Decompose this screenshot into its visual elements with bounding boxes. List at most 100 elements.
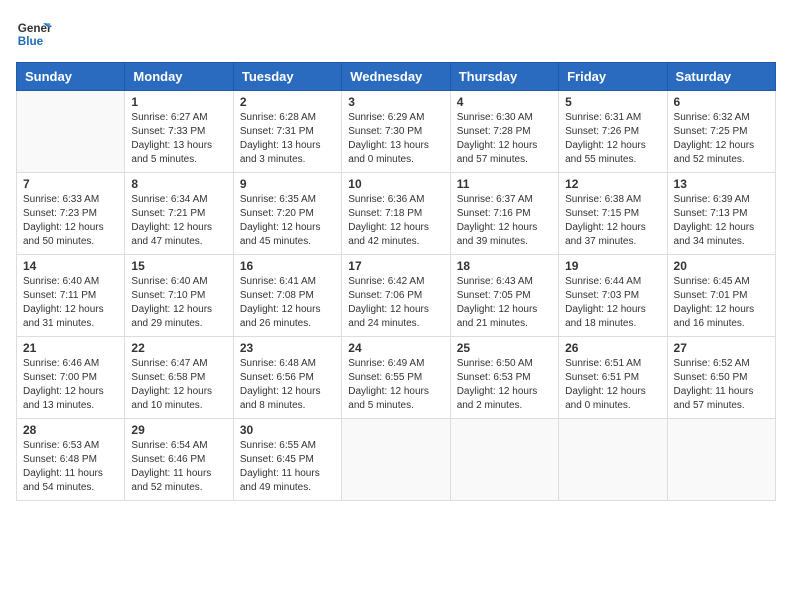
calendar-cell xyxy=(450,419,558,501)
day-info: Sunrise: 6:40 AM Sunset: 7:11 PM Dayligh… xyxy=(23,275,118,331)
calendar-cell: 7 Sunrise: 6:33 AM Sunset: 7:23 PM Daylig… xyxy=(17,173,125,255)
day-number: 7 xyxy=(23,177,118,191)
weekday-header-tuesday: Tuesday xyxy=(233,63,341,91)
day-number: 30 xyxy=(240,423,335,437)
day-info: Sunrise: 6:36 AM Sunset: 7:18 PM Dayligh… xyxy=(348,193,443,249)
day-number: 18 xyxy=(457,259,552,273)
day-info: Sunrise: 6:29 AM Sunset: 7:30 PM Dayligh… xyxy=(348,111,443,167)
day-number: 3 xyxy=(348,95,443,109)
calendar-cell: 27Sunrise: 6:52 AM Sunset: 6:50 PM Dayli… xyxy=(667,337,775,419)
day-info: Sunrise: 6:55 AM Sunset: 6:45 PM Dayligh… xyxy=(240,439,335,495)
day-number: 26 xyxy=(565,341,660,355)
day-info: Sunrise: 6:30 AM Sunset: 7:28 PM Dayligh… xyxy=(457,111,552,167)
day-number: 1 xyxy=(131,95,226,109)
day-info: Sunrise: 6:42 AM Sunset: 7:06 PM Dayligh… xyxy=(348,275,443,331)
calendar-cell xyxy=(342,419,450,501)
day-info: Sunrise: 6:47 AM Sunset: 6:58 PM Dayligh… xyxy=(131,357,226,413)
calendar-cell: 5 Sunrise: 6:31 AM Sunset: 7:26 PM Daylig… xyxy=(559,91,667,173)
day-number: 17 xyxy=(348,259,443,273)
calendar-cell: 15 Sunrise: 6:40 AM Sunset: 7:10 PM Dayli… xyxy=(125,255,233,337)
day-number: 24 xyxy=(348,341,443,355)
calendar-cell: 9 Sunrise: 6:35 AM Sunset: 7:20 PM Daylig… xyxy=(233,173,341,255)
day-info: Sunrise: 6:35 AM Sunset: 7:20 PM Dayligh… xyxy=(240,193,335,249)
day-number: 2 xyxy=(240,95,335,109)
calendar-cell xyxy=(667,419,775,501)
calendar-cell: 22 Sunrise: 6:47 AM Sunset: 6:58 PM Dayli… xyxy=(125,337,233,419)
calendar-cell: 19 Sunrise: 6:44 AM Sunset: 7:03 PM Dayli… xyxy=(559,255,667,337)
day-number: 11 xyxy=(457,177,552,191)
day-number: 9 xyxy=(240,177,335,191)
calendar-cell: 2 Sunrise: 6:28 AM Sunset: 7:31 PM Daylig… xyxy=(233,91,341,173)
day-number: 4 xyxy=(457,95,552,109)
day-info: Sunrise: 6:54 AM Sunset: 6:46 PM Dayligh… xyxy=(131,439,226,495)
day-number: 14 xyxy=(23,259,118,273)
calendar-cell: 13Sunrise: 6:39 AM Sunset: 7:13 PM Dayli… xyxy=(667,173,775,255)
calendar-cell: 30 Sunrise: 6:55 AM Sunset: 6:45 PM Dayli… xyxy=(233,419,341,501)
day-info: Sunrise: 6:45 AM Sunset: 7:01 PM Dayligh… xyxy=(674,275,769,331)
calendar-cell: 11 Sunrise: 6:37 AM Sunset: 7:16 PM Dayli… xyxy=(450,173,558,255)
day-info: Sunrise: 6:33 AM Sunset: 7:23 PM Dayligh… xyxy=(23,193,118,249)
calendar-cell: 3 Sunrise: 6:29 AM Sunset: 7:30 PM Daylig… xyxy=(342,91,450,173)
weekday-header-monday: Monday xyxy=(125,63,233,91)
calendar-cell: 24 Sunrise: 6:49 AM Sunset: 6:55 PM Dayli… xyxy=(342,337,450,419)
calendar-cell: 17 Sunrise: 6:42 AM Sunset: 7:06 PM Dayli… xyxy=(342,255,450,337)
calendar-cell: 12 Sunrise: 6:38 AM Sunset: 7:15 PM Dayli… xyxy=(559,173,667,255)
day-number: 25 xyxy=(457,341,552,355)
day-info: Sunrise: 6:46 AM Sunset: 7:00 PM Dayligh… xyxy=(23,357,118,413)
day-info: Sunrise: 6:49 AM Sunset: 6:55 PM Dayligh… xyxy=(348,357,443,413)
calendar-cell xyxy=(559,419,667,501)
day-number: 20 xyxy=(674,259,769,273)
day-number: 15 xyxy=(131,259,226,273)
calendar-cell: 6 Sunrise: 6:32 AM Sunset: 7:25 PM Daylig… xyxy=(667,91,775,173)
day-number: 21 xyxy=(23,341,118,355)
day-info: Sunrise: 6:51 AM Sunset: 6:51 PM Dayligh… xyxy=(565,357,660,413)
day-info: Sunrise: 6:43 AM Sunset: 7:05 PM Dayligh… xyxy=(457,275,552,331)
calendar-cell: 26 Sunrise: 6:51 AM Sunset: 6:51 PM Dayli… xyxy=(559,337,667,419)
day-info: Sunrise: 6:48 AM Sunset: 6:56 PM Dayligh… xyxy=(240,357,335,413)
day-info: Sunrise: 6:38 AM Sunset: 7:15 PM Dayligh… xyxy=(565,193,660,249)
day-number: 28 xyxy=(23,423,118,437)
calendar-week-0: 1 Sunrise: 6:27 AM Sunset: 7:33 PM Daylig… xyxy=(17,91,776,173)
day-number: 19 xyxy=(565,259,660,273)
day-number: 10 xyxy=(348,177,443,191)
day-info: Sunrise: 6:41 AM Sunset: 7:08 PM Dayligh… xyxy=(240,275,335,331)
day-number: 29 xyxy=(131,423,226,437)
calendar-cell: 4 Sunrise: 6:30 AM Sunset: 7:28 PM Daylig… xyxy=(450,91,558,173)
calendar-week-1: 7 Sunrise: 6:33 AM Sunset: 7:23 PM Daylig… xyxy=(17,173,776,255)
calendar-cell: 25Sunrise: 6:50 AM Sunset: 6:53 PM Dayli… xyxy=(450,337,558,419)
day-number: 13 xyxy=(674,177,769,191)
day-info: Sunrise: 6:44 AM Sunset: 7:03 PM Dayligh… xyxy=(565,275,660,331)
weekday-header-thursday: Thursday xyxy=(450,63,558,91)
calendar-cell: 8Sunrise: 6:34 AM Sunset: 7:21 PM Daylig… xyxy=(125,173,233,255)
calendar-week-2: 14 Sunrise: 6:40 AM Sunset: 7:11 PM Dayli… xyxy=(17,255,776,337)
weekday-header-wednesday: Wednesday xyxy=(342,63,450,91)
calendar-cell: 1 Sunrise: 6:27 AM Sunset: 7:33 PM Daylig… xyxy=(125,91,233,173)
day-info: Sunrise: 6:53 AM Sunset: 6:48 PM Dayligh… xyxy=(23,439,118,495)
calendar-cell: 21 Sunrise: 6:46 AM Sunset: 7:00 PM Dayli… xyxy=(17,337,125,419)
weekday-header-friday: Friday xyxy=(559,63,667,91)
day-info: Sunrise: 6:28 AM Sunset: 7:31 PM Dayligh… xyxy=(240,111,335,167)
calendar-cell: 16 Sunrise: 6:41 AM Sunset: 7:08 PM Dayli… xyxy=(233,255,341,337)
calendar-cell: 14 Sunrise: 6:40 AM Sunset: 7:11 PM Dayli… xyxy=(17,255,125,337)
day-number: 16 xyxy=(240,259,335,273)
calendar-cell: 10 Sunrise: 6:36 AM Sunset: 7:18 PM Dayli… xyxy=(342,173,450,255)
day-number: 22 xyxy=(131,341,226,355)
calendar-cell: 18 Sunrise: 6:43 AM Sunset: 7:05 PM Dayli… xyxy=(450,255,558,337)
calendar-cell: 28 Sunrise: 6:53 AM Sunset: 6:48 PM Dayli… xyxy=(17,419,125,501)
weekday-header-sunday: Sunday xyxy=(17,63,125,91)
day-info: Sunrise: 6:40 AM Sunset: 7:10 PM Dayligh… xyxy=(131,275,226,331)
calendar-cell xyxy=(17,91,125,173)
logo-icon: General Blue xyxy=(16,16,52,52)
day-number: 23 xyxy=(240,341,335,355)
calendar-cell: 23 Sunrise: 6:48 AM Sunset: 6:56 PM Dayli… xyxy=(233,337,341,419)
day-number: 5 xyxy=(565,95,660,109)
day-info: Sunrise: 6:31 AM Sunset: 7:26 PM Dayligh… xyxy=(565,111,660,167)
calendar-cell: 29 Sunrise: 6:54 AM Sunset: 6:46 PM Dayli… xyxy=(125,419,233,501)
day-info: Sunrise: 6:27 AM Sunset: 7:33 PM Dayligh… xyxy=(131,111,226,167)
day-info: Sunrise: 6:37 AM Sunset: 7:16 PM Dayligh… xyxy=(457,193,552,249)
day-number: 12 xyxy=(565,177,660,191)
weekday-header-saturday: Saturday xyxy=(667,63,775,91)
day-info: Sunrise: 6:32 AM Sunset: 7:25 PM Dayligh… xyxy=(674,111,769,167)
day-number: 6 xyxy=(674,95,769,109)
svg-text:Blue: Blue xyxy=(18,35,44,48)
